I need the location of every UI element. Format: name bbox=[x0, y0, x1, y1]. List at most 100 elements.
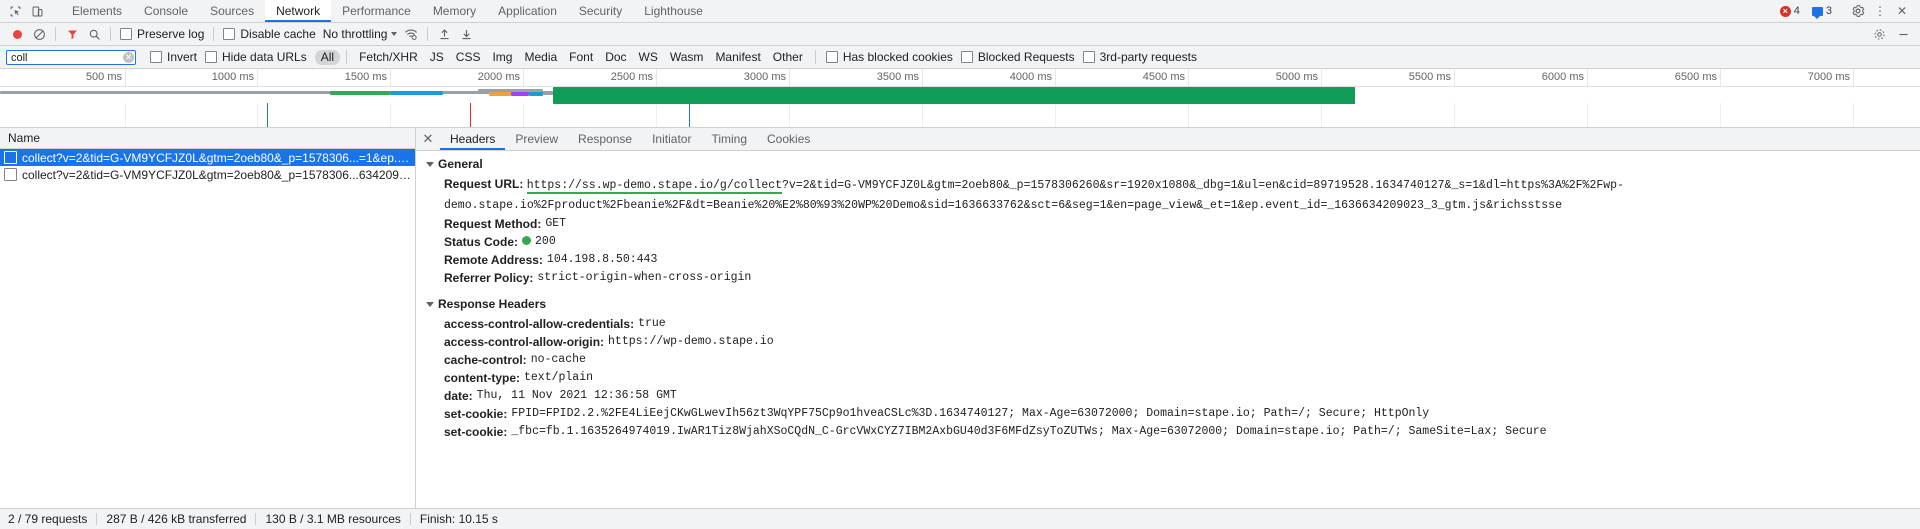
network-overview-timeline[interactable]: 500 ms1000 ms1500 ms2000 ms2500 ms3000 m… bbox=[0, 69, 1920, 128]
overview-tick: 6000 ms bbox=[1587, 69, 1588, 86]
response-header-key: set-cookie: bbox=[444, 423, 507, 441]
hide-data-urls-label: Hide data URLs bbox=[222, 50, 307, 64]
overview-tick: 5000 ms bbox=[1321, 69, 1322, 86]
tab-sources[interactable]: Sources bbox=[199, 0, 265, 22]
settings-gear-icon[interactable] bbox=[1848, 1, 1868, 21]
overview-gridline bbox=[1720, 103, 1721, 127]
blocked-requests-checkbox[interactable]: Blocked Requests bbox=[957, 50, 1079, 64]
detail-tabbar: ✕ Headers Preview Response Initiator Tim… bbox=[416, 128, 1920, 151]
export-har-button[interactable] bbox=[455, 24, 477, 44]
third-party-requests-checkbox[interactable]: 3rd-party requests bbox=[1079, 50, 1201, 64]
tab-headers[interactable]: Headers bbox=[440, 128, 505, 150]
error-count-badge[interactable]: × 4 bbox=[1775, 4, 1805, 18]
has-blocked-cookies-label: Has blocked cookies bbox=[843, 50, 953, 64]
overview-gridline bbox=[922, 103, 923, 127]
invert-label: Invert bbox=[167, 50, 197, 64]
filter-type-media[interactable]: Media bbox=[518, 50, 563, 65]
filter-type-fetch-xhr[interactable]: Fetch/XHR bbox=[353, 50, 424, 65]
table-row[interactable]: collect?v=2&tid=G-VM9YCFJZ0L&gtm=2oeb80&… bbox=[0, 149, 415, 166]
import-har-button[interactable] bbox=[433, 24, 455, 44]
has-blocked-cookies-checkbox[interactable]: Has blocked cookies bbox=[822, 50, 957, 64]
tab-cookies[interactable]: Cookies bbox=[757, 128, 820, 150]
devtools-window: Elements Console Sources Network Perform… bbox=[0, 0, 1920, 529]
record-button[interactable] bbox=[6, 24, 28, 44]
tab-preview[interactable]: Preview bbox=[505, 128, 568, 150]
search-button[interactable] bbox=[83, 24, 105, 44]
tab-elements[interactable]: Elements bbox=[61, 0, 133, 22]
collapse-panel-icon[interactable] bbox=[1892, 24, 1914, 44]
invert-checkbox[interactable]: Invert bbox=[146, 50, 201, 64]
remote-address-key: Remote Address: bbox=[444, 251, 543, 269]
more-options-icon[interactable]: ⋮ bbox=[1870, 1, 1890, 21]
third-party-requests-box bbox=[1083, 51, 1095, 63]
request-name: collect?v=2&tid=G-VM9YCFJZ0L&gtm=2oeb80&… bbox=[22, 151, 411, 165]
device-toolbar-icon[interactable] bbox=[28, 2, 46, 20]
response-header-key: access-control-allow-credentials: bbox=[444, 315, 634, 333]
filter-type-other[interactable]: Other bbox=[767, 50, 809, 65]
throttling-dropdown[interactable]: No throttling bbox=[320, 27, 401, 41]
filter-type-font[interactable]: Font bbox=[563, 50, 599, 65]
response-header-value: text/plain bbox=[524, 369, 593, 387]
overview-domcontentloaded-marker bbox=[689, 103, 690, 127]
overview-tick-label: 500 ms bbox=[86, 71, 122, 83]
overview-request-band bbox=[511, 92, 529, 96]
network-settings-icon[interactable] bbox=[1868, 24, 1890, 44]
request-name: collect?v=2&tid=G-VM9YCFJZ0L&gtm=2oeb80&… bbox=[22, 168, 411, 182]
tab-performance[interactable]: Performance bbox=[331, 0, 422, 22]
has-blocked-cookies-box bbox=[826, 51, 838, 63]
filter-type-all[interactable]: All bbox=[315, 50, 340, 65]
request-url-link[interactable]: https://ss.wp-demo.stape.io/g/collect bbox=[527, 179, 782, 194]
overview-tick: 500 ms bbox=[125, 69, 126, 86]
tab-lighthouse[interactable]: Lighthouse bbox=[633, 0, 714, 22]
tab-console[interactable]: Console bbox=[133, 0, 199, 22]
document-icon bbox=[4, 168, 17, 181]
preserve-log-checkbox[interactable]: Preserve log bbox=[116, 27, 208, 41]
network-conditions-button[interactable] bbox=[400, 24, 422, 44]
blocked-requests-box bbox=[961, 51, 973, 63]
filter-type-css[interactable]: CSS bbox=[450, 50, 487, 65]
request-list-header[interactable]: Name bbox=[0, 128, 415, 149]
overview-request-band bbox=[478, 89, 543, 91]
inspect-element-icon[interactable] bbox=[6, 2, 24, 20]
tab-timing[interactable]: Timing bbox=[701, 128, 757, 150]
overview-waterfall bbox=[0, 86, 1920, 127]
filter-type-doc[interactable]: Doc bbox=[599, 50, 632, 65]
error-count-label: 4 bbox=[1794, 5, 1800, 17]
tab-memory[interactable]: Memory bbox=[422, 0, 487, 22]
filter-type-ws[interactable]: WS bbox=[633, 50, 664, 65]
tab-security[interactable]: Security bbox=[568, 0, 633, 22]
filter-type-js[interactable]: JS bbox=[424, 50, 450, 65]
filter-type-wasm[interactable]: Wasm bbox=[664, 50, 710, 65]
overview-gridline bbox=[1188, 103, 1189, 127]
filter-type-img[interactable]: Img bbox=[486, 50, 518, 65]
overview-request-band bbox=[390, 91, 443, 95]
response-headers-section-header[interactable]: Response Headers bbox=[416, 291, 1920, 315]
resources-size: 130 B / 3.1 MB resources bbox=[256, 512, 409, 526]
general-section-header[interactable]: General bbox=[416, 151, 1920, 175]
hide-data-urls-box bbox=[205, 51, 217, 63]
message-count-badge[interactable]: 3 bbox=[1807, 4, 1837, 18]
filter-type-manifest[interactable]: Manifest bbox=[709, 50, 766, 65]
hide-data-urls-checkbox[interactable]: Hide data URLs bbox=[201, 50, 311, 64]
tab-response[interactable]: Response bbox=[568, 128, 642, 150]
close-devtools-icon[interactable]: ✕ bbox=[1892, 1, 1912, 21]
referrer-policy-value: strict-origin-when-cross-origin bbox=[537, 269, 751, 287]
close-detail-icon[interactable]: ✕ bbox=[416, 128, 440, 150]
message-count-label: 3 bbox=[1826, 5, 1832, 17]
requests-count: 2 / 79 requests bbox=[8, 512, 96, 526]
request-detail-pane: ✕ Headers Preview Response Initiator Tim… bbox=[416, 128, 1920, 508]
clear-filter-icon[interactable]: ✕ bbox=[123, 52, 134, 63]
filter-input[interactable] bbox=[6, 50, 136, 65]
tab-initiator[interactable]: Initiator bbox=[642, 128, 701, 150]
disable-cache-checkbox[interactable]: Disable cache bbox=[219, 27, 319, 41]
clear-button[interactable] bbox=[28, 24, 50, 44]
table-row[interactable]: collect?v=2&tid=G-VM9YCFJZ0L&gtm=2oeb80&… bbox=[0, 166, 415, 183]
tab-application[interactable]: Application bbox=[487, 0, 568, 22]
filter-button[interactable] bbox=[61, 24, 83, 44]
overview-ruler: 500 ms1000 ms1500 ms2000 ms2500 ms3000 m… bbox=[0, 69, 1920, 87]
chevron-down-icon bbox=[391, 32, 397, 36]
response-header-row: date:Thu, 11 Nov 2021 12:36:58 GMT bbox=[416, 387, 1920, 405]
toolbar-divider-4 bbox=[427, 27, 428, 41]
tab-network[interactable]: Network bbox=[265, 0, 331, 22]
tabstrip-tool-icons bbox=[0, 0, 61, 22]
